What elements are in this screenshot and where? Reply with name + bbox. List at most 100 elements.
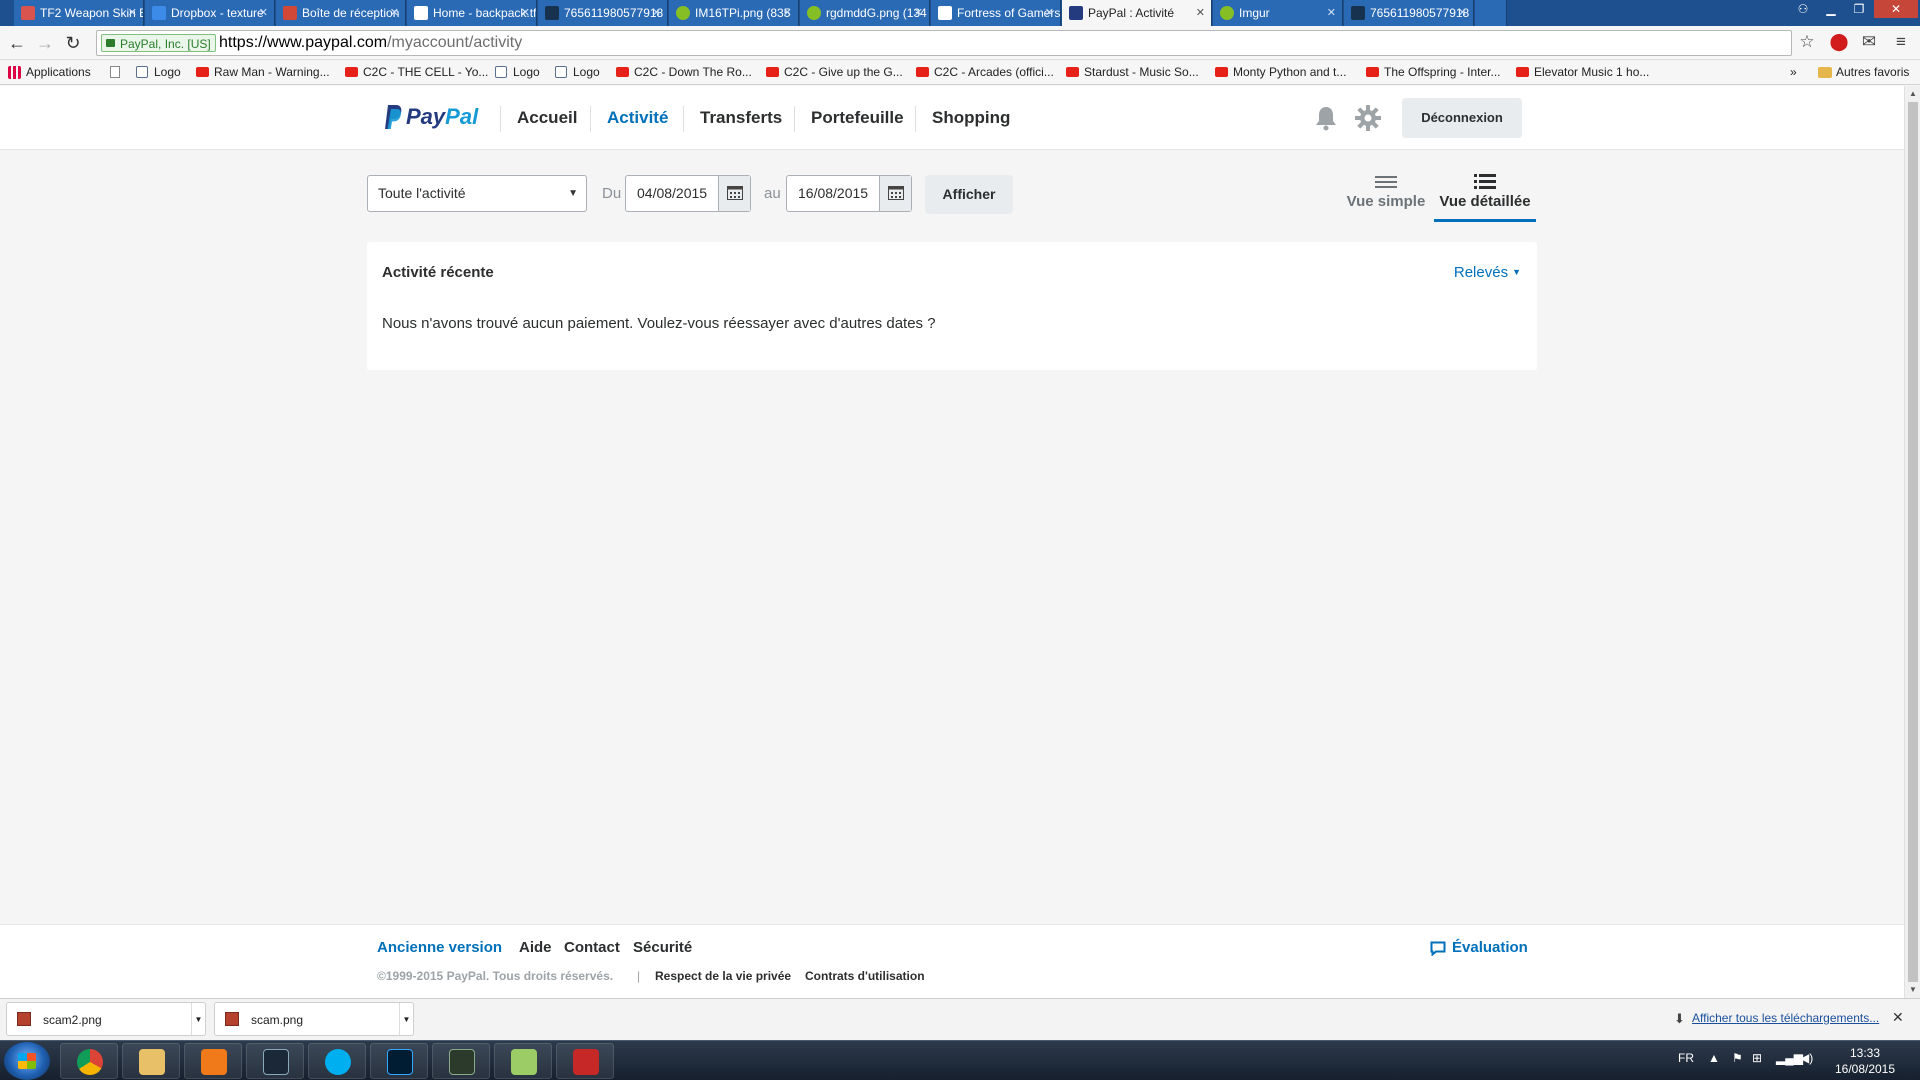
new-tab-button[interactable] (1475, 0, 1507, 26)
bookmark-item[interactable]: C2C - Arcades (offici... (914, 60, 1054, 85)
bookmark-item[interactable]: The Offspring - Inter... (1364, 60, 1501, 85)
tab-close-icon[interactable]: ✕ (259, 0, 268, 26)
nav-shopping[interactable]: Shopping (932, 102, 1010, 134)
close-download-shelf-icon[interactable]: ✕ (1892, 1009, 1904, 1026)
from-date-field[interactable]: 04/08/2015 (625, 175, 751, 212)
page-scrollbar[interactable]: ▲ ▼ (1904, 86, 1920, 998)
adblock-extension-icon[interactable]: ⬤ (1828, 31, 1850, 53)
tray-expand-icon[interactable]: ▲ (1708, 1051, 1720, 1065)
taskbar-photoshop[interactable] (370, 1043, 428, 1079)
taskbar-clock[interactable]: 13:33 16/08/2015 (1820, 1045, 1910, 1077)
bookmark-item[interactable]: Monty Python and t... (1213, 60, 1346, 85)
browser-tab[interactable]: 765611980577918 ✕ (538, 0, 668, 26)
tab-close-icon[interactable]: ✕ (652, 0, 661, 26)
activity-type-select[interactable]: Toute l'activité ▼ (367, 175, 587, 212)
browser-tab[interactable]: Home - backpack.tf ✕ (407, 0, 537, 26)
tab-close-icon[interactable]: ✕ (1196, 0, 1205, 26)
footer-link-contact[interactable]: Contact (564, 939, 620, 956)
restore-window-icon[interactable]: ❐ (1846, 0, 1872, 18)
chevron-down-icon[interactable]: ▼ (191, 1003, 205, 1035)
statements-dropdown[interactable]: Relevés ▼ (1454, 264, 1521, 281)
bookmark-apps[interactable]: Applications (6, 60, 91, 85)
download-item[interactable]: scam2.png ▼ (6, 1002, 206, 1036)
calendar-icon[interactable] (879, 176, 911, 211)
tab-close-icon[interactable]: ✕ (914, 0, 923, 26)
footer-link-help[interactable]: Aide (519, 939, 552, 956)
mail-extension-icon[interactable]: ✉ (1858, 31, 1880, 53)
show-button[interactable]: Afficher (925, 175, 1013, 214)
logout-button[interactable]: Déconnexion (1402, 98, 1522, 138)
gear-icon[interactable] (1354, 104, 1382, 132)
tab-close-icon[interactable]: ✕ (390, 0, 399, 26)
browser-tab[interactable]: IM16TPi.png (835 ✕ (669, 0, 799, 26)
tab-detailed-view[interactable]: Vue détaillée (1434, 170, 1536, 222)
forward-arrow-icon[interactable]: → (34, 32, 56, 54)
bookmark-item[interactable]: C2C - Give up the G... (764, 60, 903, 85)
footer-link-security[interactable]: Sécurité (633, 939, 692, 956)
windows-tray-icon[interactable]: ⊞ (1752, 1051, 1762, 1065)
calendar-icon[interactable] (718, 176, 750, 211)
chevron-down-icon[interactable]: ▼ (399, 1003, 413, 1035)
browser-tab[interactable]: 765611980577918 ✕ (1344, 0, 1474, 26)
other-bookmarks-folder[interactable]: Autres favoris (1816, 60, 1909, 85)
reload-icon[interactable]: ↻ (62, 32, 84, 54)
show-all-downloads-link[interactable]: ⬇ Afficher tous les téléchargements... (1672, 1011, 1879, 1026)
tab-close-icon[interactable]: ✕ (1458, 0, 1467, 26)
scroll-up-arrow-icon[interactable]: ▲ (1905, 86, 1920, 102)
bookmark-star-icon[interactable]: ☆ (1796, 31, 1818, 53)
tab-simple-view[interactable]: Vue simple (1342, 170, 1430, 222)
back-arrow-icon[interactable]: ← (6, 32, 28, 54)
bookmark-item[interactable] (108, 60, 128, 85)
bookmark-item[interactable]: C2C - Down The Ro... (614, 60, 752, 85)
taskbar-steam[interactable] (246, 1043, 304, 1079)
bookmark-item[interactable]: Logo (553, 60, 600, 85)
footer-link-old-version[interactable]: Ancienne version (377, 939, 502, 956)
bookmark-item[interactable]: Logo (134, 60, 181, 85)
taskbar-chrome[interactable] (60, 1043, 118, 1079)
tab-close-icon[interactable]: ✕ (521, 0, 530, 26)
nav-activite[interactable]: Activité (607, 102, 668, 134)
paypal-logo[interactable]: PayPal (384, 102, 478, 132)
taskbar-notepad[interactable] (494, 1043, 552, 1079)
bookmark-item[interactable]: Raw Man - Warning... (194, 60, 330, 85)
browser-tab[interactable]: Imgur ✕ (1213, 0, 1343, 26)
browser-tab[interactable]: Fortress of Gamers ✕ (931, 0, 1061, 26)
nav-portefeuille[interactable]: Portefeuille (811, 102, 904, 134)
close-window-icon[interactable]: ✕ (1874, 0, 1918, 18)
taskbar-terminal[interactable] (432, 1043, 490, 1079)
taskbar-media-player[interactable] (184, 1043, 242, 1079)
scrollbar-thumb[interactable] (1908, 102, 1918, 982)
ev-certificate-badge[interactable]: PayPal, Inc. [US] (101, 34, 216, 52)
bell-icon[interactable] (1312, 104, 1340, 132)
scroll-down-arrow-icon[interactable]: ▼ (1905, 982, 1920, 998)
footer-link-terms[interactable]: Contrats d'utilisation (805, 969, 925, 983)
action-center-flag-icon[interactable]: ⚑ (1732, 1051, 1743, 1065)
taskbar-explorer[interactable] (122, 1043, 180, 1079)
bookmark-item[interactable]: Logo (493, 60, 540, 85)
minimize-window-icon[interactable]: ▁ (1818, 0, 1844, 18)
taskbar-app[interactable] (556, 1043, 614, 1079)
download-item[interactable]: scam.png ▼ (214, 1002, 414, 1036)
browser-menu-icon[interactable]: ≡ (1890, 31, 1912, 53)
address-bar[interactable]: PayPal, Inc. [US] https://www.paypal.com… (96, 30, 1792, 56)
feedback-link[interactable]: Évaluation (1430, 939, 1528, 956)
bookmark-item[interactable]: Stardust - Music So... (1064, 60, 1199, 85)
browser-tab[interactable]: Boîte de réception ✕ (276, 0, 406, 26)
browser-tab[interactable]: TF2 Weapon Skin E ✕ (14, 0, 144, 26)
tab-close-icon[interactable]: ✕ (1045, 0, 1054, 26)
browser-tab-active[interactable]: PayPal : Activité ✕ (1062, 0, 1212, 26)
network-signal-icon[interactable]: ▂▄▆ (1776, 1051, 1803, 1065)
tab-close-icon[interactable]: ✕ (783, 0, 792, 26)
user-profile-icon[interactable]: ⚇ (1790, 0, 1816, 18)
speaker-icon[interactable]: ◀) (1800, 1051, 1813, 1065)
nav-transferts[interactable]: Transferts (700, 102, 782, 134)
bookmark-item[interactable]: C2C - THE CELL - Yo... (343, 60, 488, 85)
tab-close-icon[interactable]: ✕ (128, 0, 137, 26)
browser-tab[interactable]: rgdmddG.png (134 ✕ (800, 0, 930, 26)
bookmark-item[interactable]: Elevator Music 1 ho... (1514, 60, 1649, 85)
bookmarks-overflow-chevron[interactable]: » (1790, 60, 1797, 85)
language-indicator[interactable]: FR (1678, 1051, 1694, 1065)
start-button[interactable] (4, 1042, 50, 1080)
nav-accueil[interactable]: Accueil (517, 102, 577, 134)
taskbar-skype[interactable] (308, 1043, 366, 1079)
